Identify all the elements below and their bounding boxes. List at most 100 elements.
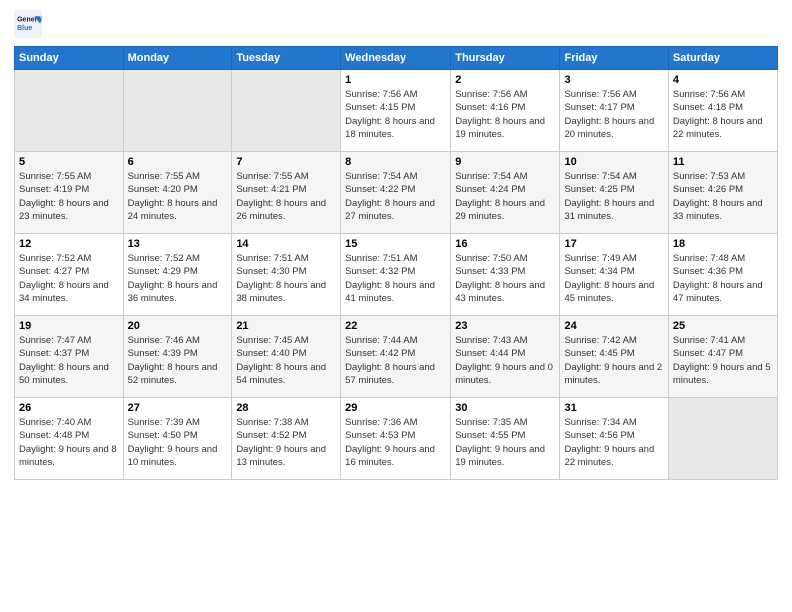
day-info: Sunrise: 7:48 AM Sunset: 4:36 PM Dayligh… bbox=[673, 252, 773, 305]
day-number: 14 bbox=[236, 238, 336, 250]
day-number: 13 bbox=[128, 238, 228, 250]
calendar-cell: 10 Sunrise: 7:54 AM Sunset: 4:25 PM Dayli… bbox=[560, 152, 668, 234]
day-number: 24 bbox=[564, 320, 663, 332]
day-info: Sunrise: 7:36 AM Sunset: 4:53 PM Dayligh… bbox=[345, 416, 446, 469]
calendar-week-4: 19 Sunrise: 7:47 AM Sunset: 4:37 PM Dayli… bbox=[15, 316, 778, 398]
calendar-cell: 21Sunrise: 7:45 AM Sunset: 4:40 PM Dayli… bbox=[232, 316, 341, 398]
day-number: 8 bbox=[345, 156, 446, 168]
header-wednesday: Wednesday bbox=[341, 47, 451, 70]
calendar-table: SundayMondayTuesdayWednesdayThursdayFrid… bbox=[14, 46, 778, 480]
day-number: 31 bbox=[564, 402, 663, 414]
calendar-cell: 14 Sunrise: 7:51 AM Sunset: 4:30 PM Dayli… bbox=[232, 234, 341, 316]
calendar-cell: 15Sunrise: 7:51 AM Sunset: 4:32 PM Dayli… bbox=[341, 234, 451, 316]
header-saturday: Saturday bbox=[668, 47, 777, 70]
day-number: 11 bbox=[673, 156, 773, 168]
day-info: Sunrise: 7:39 AM Sunset: 4:50 PM Dayligh… bbox=[128, 416, 228, 469]
calendar-week-2: 5 Sunrise: 7:55 AM Sunset: 4:19 PM Daylig… bbox=[15, 152, 778, 234]
calendar-week-3: 12 Sunrise: 7:52 AM Sunset: 4:27 PM Dayli… bbox=[15, 234, 778, 316]
calendar-week-1: 1Sunrise: 7:56 AM Sunset: 4:15 PM Daylig… bbox=[15, 70, 778, 152]
header-monday: Monday bbox=[123, 47, 232, 70]
page-header: General Blue bbox=[14, 10, 778, 38]
day-info: Sunrise: 7:38 AM Sunset: 4:52 PM Dayligh… bbox=[236, 416, 336, 469]
calendar-cell: 3 Sunrise: 7:56 AM Sunset: 4:17 PM Daylig… bbox=[560, 70, 668, 152]
calendar-cell: 17 Sunrise: 7:49 AM Sunset: 4:34 PM Dayli… bbox=[560, 234, 668, 316]
day-number: 9 bbox=[455, 156, 555, 168]
day-info: Sunrise: 7:54 AM Sunset: 4:22 PM Dayligh… bbox=[345, 170, 446, 223]
header-tuesday: Tuesday bbox=[232, 47, 341, 70]
day-number: 30 bbox=[455, 402, 555, 414]
day-number: 29 bbox=[345, 402, 446, 414]
day-info: Sunrise: 7:52 AM Sunset: 4:29 PM Dayligh… bbox=[128, 252, 228, 305]
calendar-cell: 16 Sunrise: 7:50 AM Sunset: 4:33 PM Dayli… bbox=[451, 234, 560, 316]
calendar-cell: 20Sunrise: 7:46 AM Sunset: 4:39 PM Dayli… bbox=[123, 316, 232, 398]
day-info: Sunrise: 7:54 AM Sunset: 4:25 PM Dayligh… bbox=[564, 170, 663, 223]
day-number: 10 bbox=[564, 156, 663, 168]
header-sunday: Sunday bbox=[15, 47, 124, 70]
day-number: 4 bbox=[673, 74, 773, 86]
day-info: Sunrise: 7:56 AM Sunset: 4:15 PM Dayligh… bbox=[345, 88, 446, 141]
day-info: Sunrise: 7:43 AM Sunset: 4:44 PM Dayligh… bbox=[455, 334, 555, 387]
calendar-cell: 29 Sunrise: 7:36 AM Sunset: 4:53 PM Dayli… bbox=[341, 398, 451, 480]
day-number: 3 bbox=[564, 74, 663, 86]
day-number: 16 bbox=[455, 238, 555, 250]
day-number: 18 bbox=[673, 238, 773, 250]
day-info: Sunrise: 7:55 AM Sunset: 4:20 PM Dayligh… bbox=[128, 170, 228, 223]
logo: General Blue bbox=[14, 10, 42, 38]
day-info: Sunrise: 7:54 AM Sunset: 4:24 PM Dayligh… bbox=[455, 170, 555, 223]
day-info: Sunrise: 7:35 AM Sunset: 4:55 PM Dayligh… bbox=[455, 416, 555, 469]
calendar-cell: 27 Sunrise: 7:39 AM Sunset: 4:50 PM Dayli… bbox=[123, 398, 232, 480]
day-number: 25 bbox=[673, 320, 773, 332]
day-info: Sunrise: 7:34 AM Sunset: 4:56 PM Dayligh… bbox=[564, 416, 663, 469]
day-info: Sunrise: 7:42 AM Sunset: 4:45 PM Dayligh… bbox=[564, 334, 663, 387]
day-info: Sunrise: 7:55 AM Sunset: 4:19 PM Dayligh… bbox=[19, 170, 119, 223]
day-info: Sunrise: 7:56 AM Sunset: 4:17 PM Dayligh… bbox=[564, 88, 663, 141]
day-info: Sunrise: 7:52 AM Sunset: 4:27 PM Dayligh… bbox=[19, 252, 119, 305]
calendar-cell: 1Sunrise: 7:56 AM Sunset: 4:15 PM Daylig… bbox=[341, 70, 451, 152]
calendar-cell: 24 Sunrise: 7:42 AM Sunset: 4:45 PM Dayli… bbox=[560, 316, 668, 398]
day-number: 23 bbox=[455, 320, 555, 332]
calendar-header-row: SundayMondayTuesdayWednesdayThursdayFrid… bbox=[15, 47, 778, 70]
calendar-cell: 4 Sunrise: 7:56 AM Sunset: 4:18 PM Daylig… bbox=[668, 70, 777, 152]
day-info: Sunrise: 7:53 AM Sunset: 4:26 PM Dayligh… bbox=[673, 170, 773, 223]
header-thursday: Thursday bbox=[451, 47, 560, 70]
calendar-cell: 31 Sunrise: 7:34 AM Sunset: 4:56 PM Dayli… bbox=[560, 398, 668, 480]
day-info: Sunrise: 7:51 AM Sunset: 4:30 PM Dayligh… bbox=[236, 252, 336, 305]
calendar-cell: 6 Sunrise: 7:55 AM Sunset: 4:20 PM Daylig… bbox=[123, 152, 232, 234]
day-info: Sunrise: 7:56 AM Sunset: 4:18 PM Dayligh… bbox=[673, 88, 773, 141]
calendar-cell: 22 Sunrise: 7:44 AM Sunset: 4:42 PM Dayli… bbox=[341, 316, 451, 398]
calendar-cell: 2 Sunrise: 7:56 AM Sunset: 4:16 PM Daylig… bbox=[451, 70, 560, 152]
day-number: 5 bbox=[19, 156, 119, 168]
logo-icon: General Blue bbox=[14, 10, 42, 38]
calendar-body: 1Sunrise: 7:56 AM Sunset: 4:15 PM Daylig… bbox=[15, 70, 778, 480]
day-info: Sunrise: 7:49 AM Sunset: 4:34 PM Dayligh… bbox=[564, 252, 663, 305]
day-number: 20 bbox=[128, 320, 228, 332]
calendar-cell: 19 Sunrise: 7:47 AM Sunset: 4:37 PM Dayli… bbox=[15, 316, 124, 398]
day-number: 27 bbox=[128, 402, 228, 414]
calendar-cell: 12 Sunrise: 7:52 AM Sunset: 4:27 PM Dayli… bbox=[15, 234, 124, 316]
day-number: 19 bbox=[19, 320, 119, 332]
day-number: 2 bbox=[455, 74, 555, 86]
day-info: Sunrise: 7:56 AM Sunset: 4:16 PM Dayligh… bbox=[455, 88, 555, 141]
calendar-cell: 26Sunrise: 7:40 AM Sunset: 4:48 PM Dayli… bbox=[15, 398, 124, 480]
calendar-cell bbox=[668, 398, 777, 480]
day-info: Sunrise: 7:55 AM Sunset: 4:21 PM Dayligh… bbox=[236, 170, 336, 223]
day-info: Sunrise: 7:40 AM Sunset: 4:48 PM Dayligh… bbox=[19, 416, 119, 469]
calendar-cell: 7Sunrise: 7:55 AM Sunset: 4:21 PM Daylig… bbox=[232, 152, 341, 234]
day-info: Sunrise: 7:50 AM Sunset: 4:33 PM Dayligh… bbox=[455, 252, 555, 305]
calendar-cell: 28 Sunrise: 7:38 AM Sunset: 4:52 PM Dayli… bbox=[232, 398, 341, 480]
day-number: 22 bbox=[345, 320, 446, 332]
day-info: Sunrise: 7:44 AM Sunset: 4:42 PM Dayligh… bbox=[345, 334, 446, 387]
calendar-cell: 18 Sunrise: 7:48 AM Sunset: 4:36 PM Dayli… bbox=[668, 234, 777, 316]
day-number: 17 bbox=[564, 238, 663, 250]
header-friday: Friday bbox=[560, 47, 668, 70]
day-number: 28 bbox=[236, 402, 336, 414]
day-info: Sunrise: 7:47 AM Sunset: 4:37 PM Dayligh… bbox=[19, 334, 119, 387]
calendar-cell bbox=[232, 70, 341, 152]
svg-text:Blue: Blue bbox=[17, 25, 32, 32]
day-number: 12 bbox=[19, 238, 119, 250]
calendar-cell: 25Sunrise: 7:41 AM Sunset: 4:47 PM Dayli… bbox=[668, 316, 777, 398]
calendar-cell: 9 Sunrise: 7:54 AM Sunset: 4:24 PM Daylig… bbox=[451, 152, 560, 234]
calendar-cell: 30 Sunrise: 7:35 AM Sunset: 4:55 PM Dayli… bbox=[451, 398, 560, 480]
day-info: Sunrise: 7:51 AM Sunset: 4:32 PM Dayligh… bbox=[345, 252, 446, 305]
day-number: 6 bbox=[128, 156, 228, 168]
